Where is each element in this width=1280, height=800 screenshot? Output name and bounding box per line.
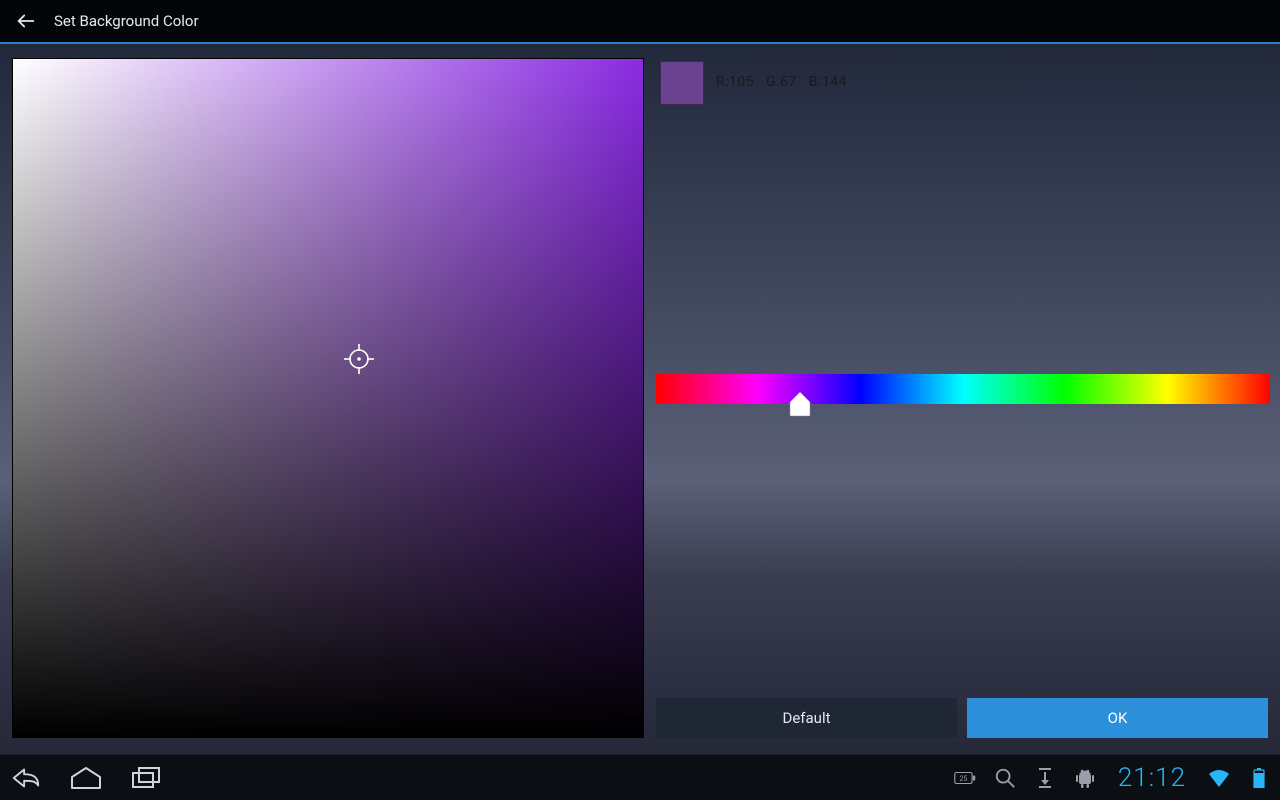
android-icon — [1074, 767, 1096, 789]
svg-text:25: 25 — [959, 774, 967, 783]
battery-badge-icon: 25 — [954, 767, 976, 789]
nav-back-icon[interactable] — [10, 764, 42, 792]
app-root: Set Background Color R:105 G:67 — [0, 0, 1280, 800]
wifi-icon — [1208, 767, 1230, 789]
ok-button[interactable]: OK — [967, 698, 1268, 738]
default-button[interactable]: Default — [656, 698, 957, 738]
page-title: Set Background Color — [54, 12, 199, 30]
g-value: G:67 — [766, 74, 797, 90]
search-icon[interactable] — [994, 767, 1016, 789]
nav-home-icon[interactable] — [70, 764, 102, 792]
statusbar-clock[interactable]: 21:12 — [1118, 763, 1186, 793]
content-area: R:105 G:67 B:144 Default OK — [0, 44, 1280, 754]
battery-icon — [1248, 767, 1270, 789]
nav-recent-icon[interactable] — [130, 764, 162, 792]
back-arrow-icon[interactable] — [12, 7, 40, 35]
saturation-value-picker[interactable] — [12, 58, 644, 738]
selected-color-swatch — [660, 61, 704, 105]
b-value: B:144 — [809, 74, 847, 90]
action-bar: Set Background Color — [0, 0, 1280, 44]
hue-slider[interactable] — [656, 374, 1270, 404]
rgb-readout: R:105 G:67 B:144 — [716, 74, 847, 90]
r-value: R:105 — [716, 74, 754, 90]
button-row: Default OK — [656, 698, 1268, 738]
system-navbar: 25 21:12 — [0, 754, 1280, 800]
download-notification-icon[interactable] — [1034, 767, 1056, 789]
